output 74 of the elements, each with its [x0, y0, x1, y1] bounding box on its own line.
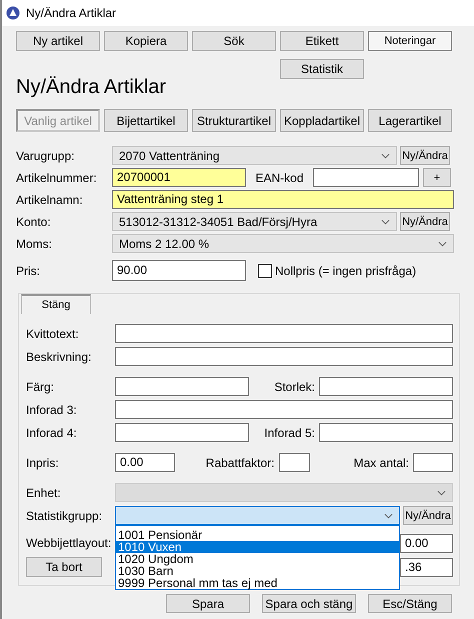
info-line-field[interactable] — [115, 400, 453, 419]
add-button[interactable]: + — [423, 168, 451, 187]
chevron-down-icon — [381, 218, 390, 224]
color-field[interactable] — [115, 377, 249, 396]
dropdown-option[interactable]: 1010 Vuxen — [116, 541, 399, 553]
field-label: Webbijettlayout: — [25, 536, 112, 550]
toolbar-button[interactable]: Kopiera — [104, 31, 188, 51]
field-label: Kvittotext: — [25, 326, 80, 340]
field-label: Rabattfaktor: — [204, 456, 276, 470]
checkbox[interactable] — [258, 264, 272, 278]
dropdown-option[interactable]: 1001 Pensionär — [116, 529, 399, 541]
delete-button[interactable]: Ta bort — [26, 557, 102, 577]
chevron-down-icon — [384, 512, 393, 518]
field-label: Pris: — [16, 264, 41, 278]
article-type-tab[interactable]: Lagerartikel — [368, 109, 452, 132]
chevron-down-icon — [438, 240, 447, 246]
window-title: Ny/Ändra Artiklar — [26, 6, 116, 20]
statistics-group-select[interactable] — [115, 506, 400, 525]
field-label: Moms: — [16, 236, 53, 250]
article-type-tab[interactable]: Bijettartikel — [104, 109, 188, 132]
field-label: Artikelnamn: — [16, 192, 84, 206]
field-label: Inforad 5: — [263, 426, 316, 440]
toolbar-button[interactable]: Etikett — [280, 31, 364, 51]
field-label: Beskrivning: — [25, 350, 92, 364]
size-field[interactable] — [319, 377, 453, 396]
action-button[interactable]: Esc/Stäng — [368, 594, 452, 613]
field-label: Konto: — [16, 214, 52, 228]
app-icon — [6, 6, 20, 20]
value-field[interactable]: 0.00 — [400, 534, 453, 552]
chevron-down-icon — [381, 152, 390, 158]
field-label: Artikelnummer: — [16, 170, 98, 184]
toolbar-button[interactable]: Noteringar — [368, 31, 452, 51]
action-button[interactable]: Spara — [166, 594, 250, 613]
field-label: EAN-kod — [254, 170, 305, 184]
chevron-down-icon — [437, 490, 446, 496]
field-label: Varugrupp: — [16, 148, 76, 162]
article-name-field[interactable]: Vattenträning steg 1 — [112, 190, 454, 209]
article-type-tab[interactable]: Koppladartikel — [280, 109, 364, 132]
vat-select[interactable]: Moms 2 12.00 % — [112, 234, 454, 253]
dropdown-option[interactable]: 9999 Personal mm tas ej med — [116, 577, 399, 589]
description-field[interactable] — [115, 347, 453, 366]
dropdown-option[interactable]: 1030 Barn — [116, 565, 399, 577]
max-quantity-field[interactable] — [413, 453, 453, 472]
close-tab[interactable]: Stäng — [21, 294, 91, 314]
product-group-select[interactable]: 2070 Vattenträning — [112, 146, 397, 165]
toolbar-button[interactable]: Sök — [192, 31, 276, 51]
new-edit-button[interactable]: Ny/Ändra — [400, 212, 450, 231]
field-label: Inforad 3: — [25, 402, 78, 416]
new-edit-button[interactable]: Ny/Ändra — [403, 506, 453, 525]
cost-price-field[interactable]: 0.00 — [115, 453, 175, 472]
new-edit-button[interactable]: Ny/Ändra — [400, 146, 450, 165]
statistics-button[interactable]: Statistik — [280, 59, 364, 79]
field-label: Storlek: — [273, 380, 316, 394]
info-line-field[interactable] — [319, 423, 453, 442]
article-number-field[interactable]: 20700001 — [112, 168, 246, 187]
receipt-text-field[interactable] — [115, 324, 453, 343]
page-heading: Ny/Ändra Artiklar — [16, 75, 168, 99]
action-button[interactable]: Spara och stäng — [262, 594, 356, 613]
checkbox-label: Nollpris (= ingen prisfråga) — [275, 264, 416, 278]
field-label: Statistikgrupp: — [25, 508, 104, 522]
price-field[interactable]: 90.00 — [112, 260, 246, 281]
field-label: Inpris: — [25, 456, 60, 470]
dropdown-option[interactable]: 1020 Ungdom — [116, 553, 399, 565]
toolbar-button[interactable]: Ny artikel — [16, 31, 100, 51]
field-label: Enhet: — [25, 486, 62, 500]
ean-code-field[interactable] — [313, 168, 419, 187]
info-line-field[interactable] — [115, 423, 249, 442]
account-select[interactable]: 513012-31312-34051 Bad/Försj/Hyra — [112, 212, 397, 231]
value-field[interactable]: .36 — [400, 558, 453, 576]
article-type-tab[interactable]: Strukturartikel — [192, 109, 276, 132]
field-label: Färg: — [25, 380, 56, 394]
discount-factor-field[interactable] — [278, 453, 310, 472]
field-label: Inforad 4: — [25, 426, 78, 440]
field-label: Max antal: — [352, 456, 410, 470]
